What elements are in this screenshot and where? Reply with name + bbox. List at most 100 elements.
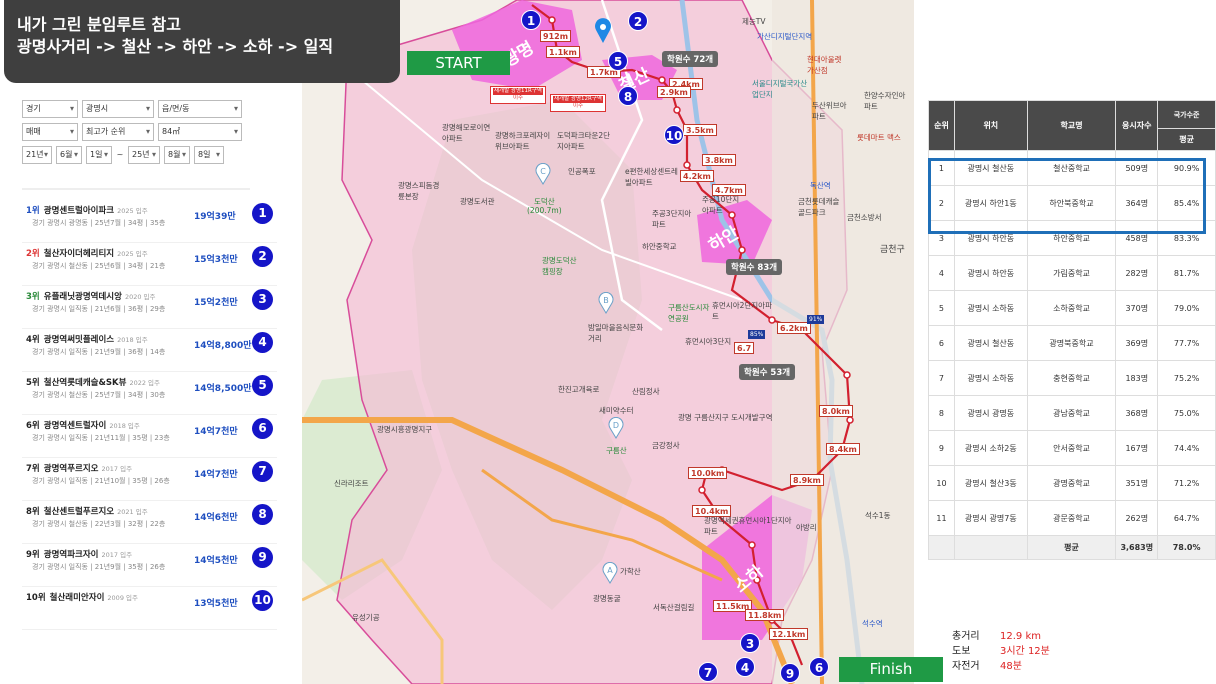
apartment-info: 경기 광명시 일직동 | 21년9월 | 35평 | 26층: [32, 563, 166, 571]
start-month-select[interactable]: 6월: [56, 146, 82, 164]
rank-item[interactable]: 8위 철산센트럴푸르지오 2021 입주 경기 광명시 철산동 | 22년3월 | 3…: [22, 501, 277, 544]
place-label: 가산디지털단지역: [757, 32, 813, 41]
place-label: 석수역: [862, 619, 883, 628]
route-point-1[interactable]: 1: [521, 10, 541, 30]
route-point-8[interactable]: 8: [618, 86, 638, 106]
place-label: 광명해모로이연아파트: [442, 123, 491, 143]
col-rank: 순위: [928, 100, 955, 151]
table-cell: 광명시 철산동: [953, 325, 1028, 361]
apartment-price: 14억8,500만: [194, 384, 252, 394]
map-view[interactable]: 광명 철산 하안 소하 학원수 72개 학원수 83개 학원수 53개 재개발 …: [302, 0, 914, 684]
sort-select[interactable]: 최고가 순위: [82, 123, 154, 141]
rank-item[interactable]: 6위 광명역센트럴자이 2018 입주경기 광명시 일직동 | 21년11월 | 3…: [22, 415, 277, 458]
deal-type-select[interactable]: 매매: [22, 123, 78, 141]
apartment-price: 13억5천만: [194, 599, 238, 609]
place-label: 유성기공: [352, 613, 380, 622]
table-cell: 안서중학교: [1026, 430, 1117, 466]
summary-row: 평균 3,683명 78.0%: [928, 535, 1216, 560]
route-point-6[interactable]: 6: [809, 657, 829, 677]
apartment-name: 광명역써밋플레이스: [43, 335, 115, 345]
table-cell: 광남중학교: [1026, 395, 1117, 431]
table-cell: 282명: [1115, 255, 1159, 291]
place-label: 한양수자인아파트: [864, 91, 906, 111]
rank-number: 3위: [26, 292, 40, 302]
rank-item[interactable]: 9위 광명역파크자이 2017 입주경기 광명시 일직동 | 21년9월 | 35평…: [22, 544, 277, 587]
place-label: 하안중학교: [642, 242, 677, 251]
rank-title: 6위 광명역센트럴자이 2018 입주: [26, 419, 140, 431]
table-cell: 광명북중학교: [1026, 325, 1117, 361]
rank-item[interactable]: 10위 철산래미안자이 2009 입주 13억5천만 10: [22, 587, 277, 630]
rank-item[interactable]: 5위 철산역롯데캐슬&SK뷰 2022 입주 경기 광명시 철산동 | 25년7월 |…: [22, 372, 277, 415]
table-row: 8 광명시 광명동 광남중학교 368명 75.0%: [928, 395, 1216, 431]
area-select[interactable]: 84㎡: [158, 123, 242, 141]
route-point-10[interactable]: 10: [664, 125, 684, 145]
end-day-select[interactable]: 8일: [194, 146, 224, 164]
route-point-9[interactable]: 9: [780, 663, 800, 683]
start-year-select[interactable]: 21년: [22, 146, 52, 164]
dong-select[interactable]: 읍/면/동: [158, 100, 242, 118]
apartment-price: 15억2천만: [194, 298, 238, 308]
table-cell: 77.7%: [1157, 325, 1216, 361]
rank-item[interactable]: 4위 광명역써밋플레이스 2018 입주 경기 광명시 일직동 | 21년9월 | 3…: [22, 329, 277, 372]
waypoint-d-pin-icon[interactable]: D: [608, 417, 624, 439]
rank-title: 4위 광명역써밋플레이스 2018 입주: [26, 333, 148, 345]
apartment-name: 철산역롯데캐슬&SK뷰: [43, 378, 127, 388]
rank-item[interactable]: 2위 철산자이더헤리티지 2025 입주 경기 광명시 철산동 | 25년6월 | 3…: [22, 243, 277, 286]
place-label: (200.7m): [527, 206, 562, 215]
rank-item[interactable]: 3위 유플래닛광명역데시앙 2020 입주 경기 광명시 일직동 | 21년6월 | …: [22, 286, 277, 329]
table-cell: 6: [928, 325, 955, 361]
academy-count-2: 학원수 83개: [726, 259, 783, 275]
move-in-year: 2018 입주: [117, 336, 148, 344]
table-cell: 75.2%: [1157, 360, 1216, 396]
place-label: 새미약수터: [599, 406, 634, 415]
end-year-select[interactable]: 25년: [128, 146, 160, 164]
rank-item[interactable]: 7위 광명역푸르지오 2017 입주 경기 광명시 일직동 | 21년10월 | 35…: [22, 458, 277, 501]
waypoint-a-pin-icon[interactable]: A: [602, 562, 618, 584]
place-label: 휴먼시아3단지: [685, 337, 732, 346]
start-day-select[interactable]: 1일: [86, 146, 112, 164]
place-label: 주공10단지아파트: [702, 195, 740, 215]
route-point-7[interactable]: 7: [698, 662, 718, 682]
route-point-4[interactable]: 4: [735, 657, 755, 677]
table-cell: 262명: [1115, 500, 1159, 536]
table-cell: 11: [928, 500, 955, 536]
province-select[interactable]: 경기: [22, 100, 78, 118]
rank-title: 9위 광명역파크자이 2017 입주: [26, 548, 132, 560]
end-month-select[interactable]: 8월: [164, 146, 190, 164]
academy-count-3: 학원수 53개: [739, 364, 796, 380]
rank-title: 8위 철산센트럴푸르지오 2021 입주: [26, 505, 148, 517]
apartment-name: 철산자이더헤리티지: [43, 249, 115, 259]
move-in-year: 2017 입주: [101, 465, 133, 473]
svg-text:A: A: [607, 566, 613, 575]
table-cell: 광명시 광명동: [953, 395, 1028, 431]
table-row: 11 광명시 광명7동 광문중학교 262명 64.7%: [928, 500, 1216, 536]
school-flag-85: 85%: [748, 330, 766, 339]
table-row: 7 광명시 소하동 충현중학교 183명 75.2%: [928, 360, 1216, 396]
route-number-badge: 2: [252, 246, 273, 267]
rank-title: 3위 유플래닛광명역데시앙 2020 입주: [26, 290, 156, 302]
waypoint-b-pin-icon[interactable]: B: [598, 292, 614, 314]
table-cell: 79.0%: [1157, 290, 1216, 326]
place-label: 광명하크포레자이위브아파트: [495, 131, 551, 151]
rank-number: 2위: [26, 249, 40, 259]
rank-list: 1위 광명센트럴아이파크 2025 입주 경기 광명시 광명동 | 25년7월 | 3…: [22, 200, 277, 630]
km-marker: 6.2km: [777, 322, 811, 334]
rank-number: 10위: [26, 593, 46, 603]
route-point-3[interactable]: 3: [740, 633, 760, 653]
move-in-year: 2020 입주: [124, 293, 156, 301]
apartment-info: 경기 광명시 일직동 | 21년11월 | 35평 | 23층: [32, 434, 170, 442]
km-marker: 4.2km: [680, 170, 714, 182]
table-cell: 7: [928, 360, 955, 396]
table-cell: 소하중학교: [1026, 290, 1117, 326]
waypoint-c-pin-icon[interactable]: C: [535, 163, 551, 185]
city-select[interactable]: 광명시: [82, 100, 154, 118]
location-pin-icon[interactable]: [594, 18, 612, 44]
table-cell: 4: [928, 255, 955, 291]
table-cell: 광명시 광명7동: [953, 500, 1028, 536]
table-cell: 광명시 소하동: [953, 360, 1028, 396]
place-label: 금천롯데캐슬골드파크: [798, 197, 840, 217]
place-label: 금천소방서: [847, 213, 882, 222]
route-point-5[interactable]: 5: [608, 51, 628, 71]
rank-item[interactable]: 1위 광명센트럴아이파크 2025 입주 경기 광명시 광명동 | 25년7월 | 3…: [22, 200, 277, 243]
route-point-2[interactable]: 2: [628, 11, 648, 31]
